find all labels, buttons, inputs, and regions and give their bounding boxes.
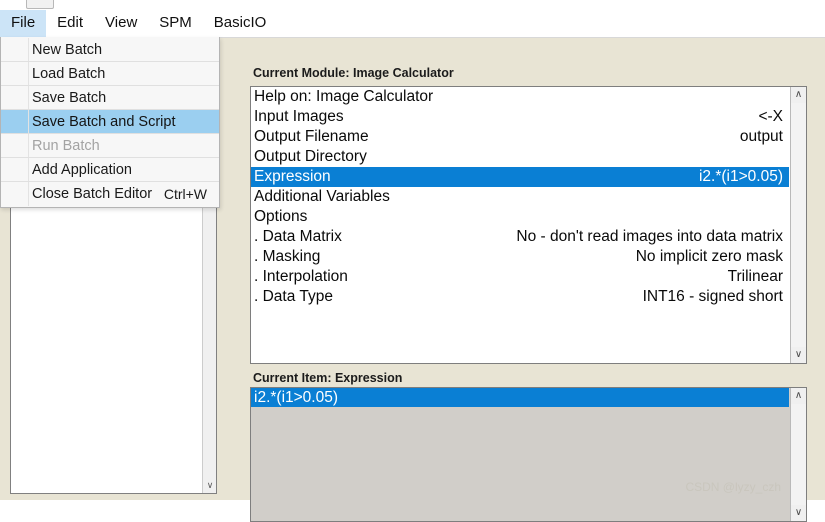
module-item-listbox[interactable]: Help on: Image CalculatorInput Images <-X… (250, 86, 807, 364)
module-row[interactable]: Output Filename output (251, 127, 789, 147)
module-row[interactable]: Help on: Image Calculator (251, 87, 789, 107)
menu-option-close-batch-editor[interactable]: Close Batch Editor Ctrl+W (1, 182, 219, 206)
menu-item-basicio[interactable]: BasicIO (203, 10, 278, 37)
module-row[interactable]: . Data Type INT16 - signed short (251, 287, 789, 307)
module-row-value: INT16 - signed short (643, 287, 783, 307)
module-list-scrollbar[interactable]: ∧ ∨ (790, 87, 806, 363)
scroll-up-icon[interactable]: ∧ (791, 388, 806, 404)
module-row[interactable]: Output Directory (251, 147, 789, 167)
scroll-up-icon[interactable]: ∧ (791, 87, 806, 103)
module-row[interactable]: Additional Variables (251, 187, 789, 207)
menu-option-save-batch[interactable]: Save Batch (1, 86, 219, 110)
menu-icon-gutter (1, 158, 29, 181)
module-row-label: Additional Variables (254, 187, 390, 207)
module-row-value: output (740, 127, 783, 147)
menu-option-label: Save Batch (32, 90, 106, 106)
menu-icon-gutter (1, 38, 29, 61)
expression-value-row[interactable]: i2.*(i1>0.05) (251, 388, 789, 407)
file-menu-dropdown[interactable]: New Batch Load Batch Save Batch Save Batch … (0, 37, 220, 208)
menu-option-load-batch[interactable]: Load Batch (1, 62, 219, 86)
current-item-editbox[interactable]: i2.*(i1>0.05) ∧ ∨ (250, 387, 807, 522)
module-row[interactable]: Input Images <-X (251, 107, 789, 127)
toolbar-strip (0, 0, 825, 9)
module-row-label: Options (254, 207, 307, 227)
current-item-header: Current Item: Expression (253, 371, 402, 385)
module-row[interactable]: Expression i2.*(i1>0.05) (251, 167, 789, 187)
module-row[interactable]: . Masking No implicit zero mask (251, 247, 789, 267)
item-edit-scrollbar[interactable]: ∧ ∨ (790, 388, 806, 521)
watermark-text: CSDN @lyzy_czh (685, 480, 781, 494)
module-row-label: Output Filename (254, 127, 369, 147)
module-row-label: . Masking (254, 247, 320, 267)
menu-option-label: Load Batch (32, 66, 105, 82)
menu-icon-gutter (1, 110, 29, 133)
module-row-label: Help on: Image Calculator (254, 87, 433, 107)
toolbar-button-fragment[interactable] (26, 0, 54, 9)
menu-icon-gutter (1, 182, 29, 206)
menu-option-new-batch[interactable]: New Batch (1, 38, 219, 62)
module-row-value: Trilinear (728, 267, 783, 287)
menu-icon-gutter (1, 86, 29, 109)
scroll-down-icon[interactable]: ∨ (791, 347, 806, 363)
module-rows-container: Help on: Image CalculatorInput Images <-X… (251, 87, 789, 363)
module-row-value: No - don't read images into data matrix (516, 227, 783, 247)
menu-option-label: Run Batch (32, 138, 100, 154)
menu-bar: FileEditViewSPMBasicIO (0, 9, 825, 38)
menu-option-label: Add Application (32, 162, 132, 178)
menu-item-edit[interactable]: Edit (46, 10, 94, 37)
module-row-label: . Data Matrix (254, 227, 342, 247)
module-row[interactable]: . Data Matrix No - don't read images into… (251, 227, 789, 247)
module-row-value: No implicit zero mask (636, 247, 783, 267)
module-row-label: Output Directory (254, 147, 367, 167)
menu-item-file[interactable]: File (0, 10, 46, 37)
module-row-label: Expression (254, 167, 331, 187)
menu-option-save-batch-and-script[interactable]: Save Batch and Script (1, 110, 219, 134)
menu-item-spm[interactable]: SPM (148, 10, 203, 37)
edit-inner: i2.*(i1>0.05) (251, 388, 789, 521)
scroll-down-icon[interactable]: ∨ (791, 505, 806, 521)
menu-option-shortcut: Ctrl+W (164, 182, 207, 206)
module-row-label: . Interpolation (254, 267, 348, 287)
module-row-value: i2.*(i1>0.05) (699, 167, 783, 187)
menu-option-label: New Batch (32, 42, 102, 58)
menu-icon-gutter (1, 62, 29, 85)
menu-option-run-batch: Run Batch (1, 134, 219, 158)
module-row-label: Input Images (254, 107, 344, 127)
module-row-label: . Data Type (254, 287, 333, 307)
menu-icon-gutter (1, 134, 29, 157)
module-row[interactable]: Options (251, 207, 789, 227)
current-module-header: Current Module: Image Calculator (253, 66, 454, 80)
menu-option-label: Save Batch and Script (32, 114, 175, 130)
module-row[interactable]: . Interpolation Trilinear (251, 267, 789, 287)
right-region: Current Module: Image Calculator Help on… (233, 37, 825, 500)
menu-option-add-application[interactable]: Add Application (1, 158, 219, 182)
module-row-value: <-X (758, 107, 783, 127)
scroll-down-icon[interactable]: ∨ (203, 479, 217, 491)
batch-editor-window: ∧ ∨ Current Module: Image Calculator Hel… (0, 0, 825, 500)
menu-option-label: Close Batch Editor (32, 186, 152, 202)
menu-item-view[interactable]: View (94, 10, 148, 37)
